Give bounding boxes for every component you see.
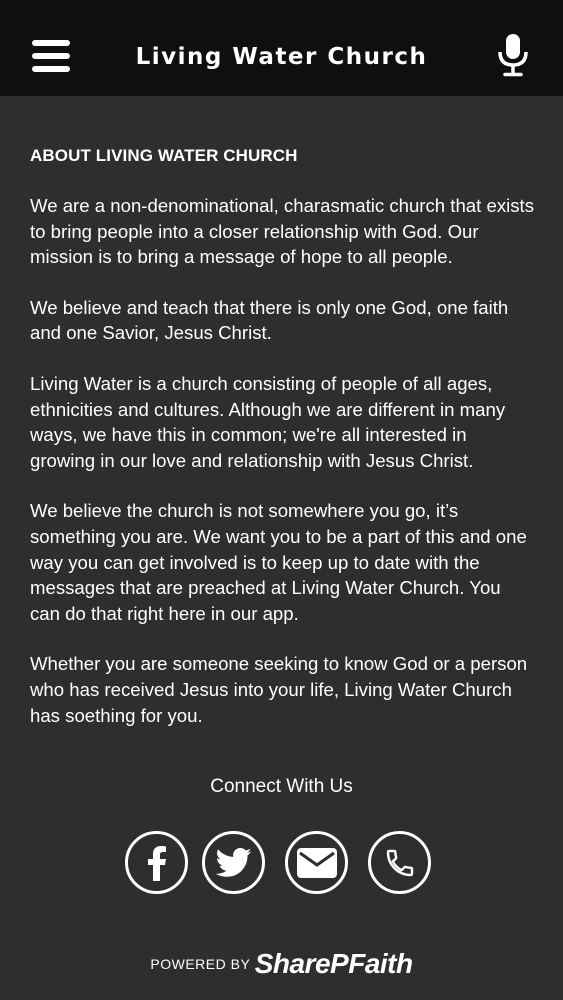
connect-label: Connect With Us bbox=[210, 776, 353, 797]
about-paragraph: We believe the church is not somewhere y… bbox=[30, 500, 527, 624]
email-icon bbox=[296, 847, 337, 878]
about-paragraph: Whether you are someone seeking to know … bbox=[30, 653, 528, 726]
section-title: ABOUT LIVING WATER CHURCH bbox=[30, 146, 298, 165]
microphone-button[interactable] bbox=[497, 33, 529, 77]
facebook-button[interactable] bbox=[125, 831, 188, 894]
about-section: ABOUT LIVING WATER CHURCH We are a non-d… bbox=[30, 146, 535, 753]
facebook-icon bbox=[147, 845, 166, 881]
app-header: Living Water Church bbox=[0, 0, 563, 96]
phone-icon bbox=[386, 849, 413, 876]
about-paragraph: We are a non-denominational, charasmatic… bbox=[30, 195, 535, 268]
phone-button[interactable] bbox=[368, 831, 431, 894]
app-title: Living Water Church bbox=[135, 44, 428, 70]
about-paragraph: We believe and teach that there is only … bbox=[30, 296, 509, 344]
email-button[interactable] bbox=[285, 831, 348, 894]
powered-by-label: POWERED BY bbox=[150, 956, 251, 972]
sharefaith-logo: SharePFaith bbox=[254, 948, 413, 979]
microphone-icon bbox=[498, 34, 528, 77]
about-paragraph: Living Water is a church consisting of p… bbox=[30, 372, 506, 471]
powered-by-footer: POWERED BY SharePFaith bbox=[0, 948, 563, 980]
twitter-icon bbox=[215, 847, 251, 877]
twitter-button[interactable] bbox=[202, 831, 265, 894]
